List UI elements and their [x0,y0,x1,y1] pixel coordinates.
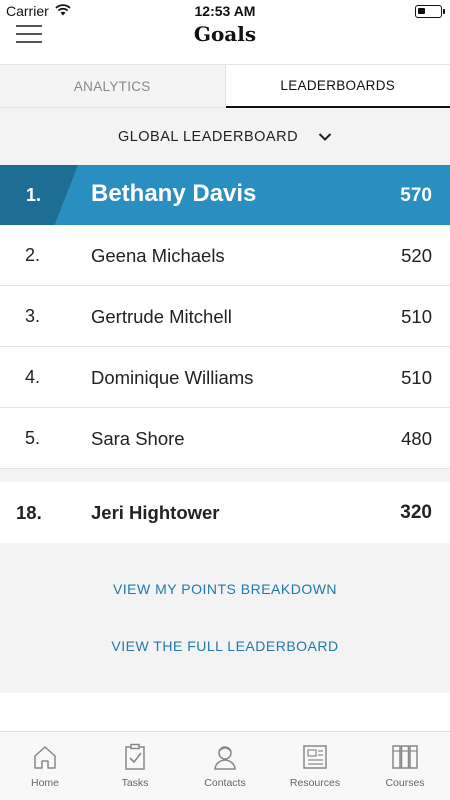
leaderboard-selector[interactable]: GLOBAL LEADERBOARD [0,108,450,165]
leaderboard-row[interactable]: 3. Gertrude Mitchell 510 [0,286,450,347]
tab-bar-label: Contacts [204,777,246,789]
contacts-icon [214,746,236,770]
view-full-leaderboard-link[interactable]: VIEW THE FULL LEADERBOARD [0,638,450,654]
leaderboard-row[interactable]: 5. Sara Shore 480 [0,408,450,469]
view-points-breakdown-link[interactable]: VIEW MY POINTS BREAKDOWN [0,581,450,597]
row-rank: 3. [25,306,41,326]
courses-icon [392,745,418,769]
row-rank: 4. [25,367,41,387]
row-name: Geena Michaels [91,245,225,266]
leaderboard-row-leader[interactable]: 1. Bethany Davis 570 [0,165,450,225]
tab-bar-label: Home [30,777,59,789]
segmented-tabs: ANALYTICS LEADERBOARDS [0,64,450,108]
tab-bar-item-courses[interactable]: Courses [360,732,450,800]
row-points: 320 [400,502,432,523]
tab-bar-item-contacts[interactable]: Contacts [180,732,270,800]
row-name: Jeri Hightower [91,502,220,523]
row-name: Bethany Davis [91,180,257,207]
row-points: 520 [401,245,432,266]
row-rank: 5. [25,428,41,448]
row-rank: 18. [16,502,42,523]
row-points: 510 [401,306,432,327]
row-name: Sara Shore [91,428,185,449]
content-footer-spacer [0,693,450,731]
leaderboard-row[interactable]: 2. Geena Michaels 520 [0,225,450,286]
battery-icon [415,5,445,18]
tab-bar-label: Resources [289,777,341,789]
status-bar: Carrier 12:53 AM [0,0,450,22]
home-icon [34,746,56,769]
page-title: Goals [193,22,257,46]
status-time: 12:53 AM [194,3,256,19]
resources-icon [303,745,327,769]
leaderboard-selector-label: GLOBAL LEADERBOARD [117,128,299,145]
tasks-icon [125,743,145,770]
current-user-row[interactable]: 18. Jeri Hightower 320 [0,482,450,543]
row-points: 510 [401,367,432,388]
row-rank: 2. [25,245,41,265]
navigation-bar: Goals [0,22,450,64]
leaderboard-row[interactable]: 4. Dominique Williams 510 [0,347,450,408]
tab-bar-item-resources[interactable]: Resources [270,732,360,800]
row-name: Gertrude Mitchell [91,306,232,327]
leaderboard-content: GLOBAL LEADERBOARD 1. Bethany Davis 570 … [0,108,450,731]
chevron-down-icon [318,132,332,141]
row-rank: 1. [26,185,42,205]
row-points: 570 [400,185,432,206]
tab-leaderboards[interactable]: LEADERBOARDS [225,65,450,108]
tab-analytics[interactable]: ANALYTICS [0,65,226,108]
leaderboard-links: VIEW MY POINTS BREAKDOWN VIEW THE FULL L… [0,543,450,693]
tab-bar-label: Courses [385,777,425,789]
row-name: Dominique Williams [91,367,254,388]
row-points: 480 [401,428,432,449]
bottom-tab-bar: Home Tasks Contacts Resources Courses [0,731,450,800]
tab-bar-item-tasks[interactable]: Tasks [90,732,180,800]
tab-bar-item-home[interactable]: Home [0,732,90,800]
tab-bar-label: Tasks [121,777,149,789]
menu-icon[interactable] [16,25,42,43]
